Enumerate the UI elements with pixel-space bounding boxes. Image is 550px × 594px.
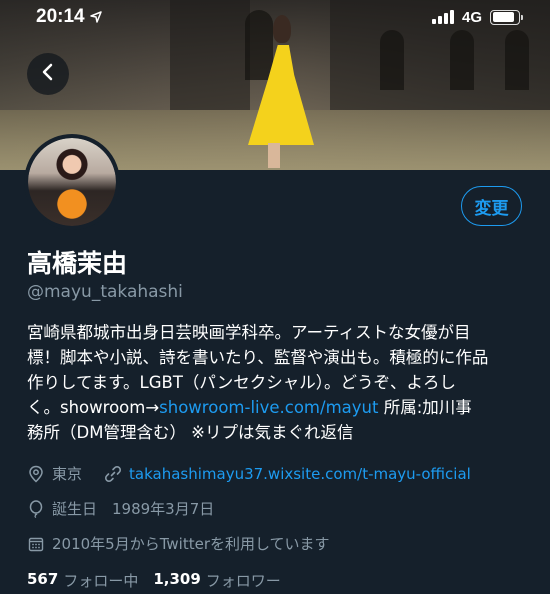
- location-website-row: 東京 takahashimayu37.wixsite.com/t-mayu-of…: [27, 463, 471, 484]
- bio-line: く。showroom→showroom-live.com/mayut 所属:加川…: [27, 395, 527, 420]
- avatar[interactable]: [24, 134, 120, 230]
- location-pin-icon: [27, 465, 45, 483]
- network-type: 4G: [461, 8, 482, 26]
- location-arrow-icon: [89, 8, 102, 27]
- display-name: 高橋茉由: [27, 249, 128, 278]
- bio-text: く。showroom→: [27, 398, 160, 417]
- location-text: 東京: [52, 465, 83, 483]
- status-bar: 20:14 4G: [0, 0, 550, 34]
- bio-line: 標！脚本や小説、詩を書いたり、監督や演出も。積極的に作品: [27, 348, 489, 367]
- birthday-row: 誕生日 1989年3月7日: [27, 498, 214, 519]
- bio-text: 所属:加川事: [378, 398, 472, 417]
- joined-text: 2010年5月からTwitterを利用しています: [52, 535, 330, 553]
- bio-link[interactable]: showroom-live.com/mayut: [159, 398, 378, 417]
- birthday-text: 誕生日 1989年3月7日: [52, 500, 215, 518]
- back-button[interactable]: [27, 53, 69, 95]
- followers-label: フォロワー: [205, 572, 281, 590]
- calendar-icon: [27, 535, 45, 553]
- banner-window: [505, 30, 529, 90]
- status-time: 20:14: [36, 6, 85, 27]
- battery-fill: [492, 12, 514, 22]
- status-left: 20:14: [36, 6, 102, 28]
- signal-icon: [431, 10, 454, 24]
- avatar-image: [28, 138, 116, 226]
- bio-line: 作りしてます。LGBT（パンセクシャル）。どうぞ、よろし: [27, 373, 456, 392]
- status-right: 4G: [431, 8, 523, 26]
- battery-icon: [490, 9, 523, 25]
- balloon-icon: [27, 499, 45, 518]
- banner-figure-legs: [268, 143, 280, 168]
- bio-line: 務所（DM管理含む） ※リプは気まぐれ返信: [27, 423, 354, 442]
- banner-window: [380, 30, 404, 90]
- banner-window: [450, 30, 474, 90]
- website-link[interactable]: takahashimayu37.wixsite.com/t-mayu-offic…: [129, 465, 471, 483]
- handle: @mayu_takahashi: [27, 282, 183, 302]
- followers-count: 1,309: [153, 570, 201, 588]
- back-arrow-icon: [40, 63, 56, 85]
- link-icon: [104, 465, 122, 483]
- bio-line: 宮崎県都城市出身日芸映画学科卒。アーティストな女優が目: [27, 323, 471, 342]
- joined-row: 2010年5月からTwitterを利用しています: [27, 533, 330, 554]
- followers-link[interactable]: 1,309 フォロワー: [153, 570, 280, 591]
- edit-profile-button[interactable]: 変更: [461, 186, 522, 226]
- following-label: フォロー中: [63, 572, 139, 590]
- bio: 宮崎県都城市出身日芸映画学科卒。アーティストな女優が目 標！脚本や小説、詩を書い…: [27, 320, 527, 445]
- following-count: 567: [27, 570, 59, 588]
- following-link[interactable]: 567 フォロー中: [27, 570, 138, 591]
- follow-stats: 567 フォロー中 1,309 フォロワー: [27, 570, 281, 591]
